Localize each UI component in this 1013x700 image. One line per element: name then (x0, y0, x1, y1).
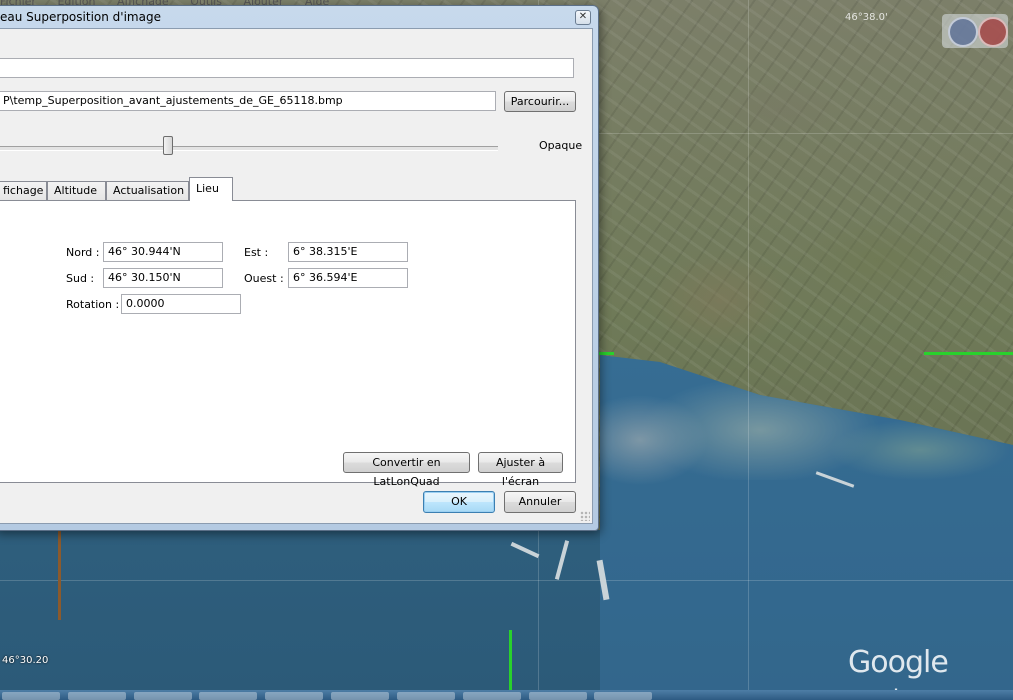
taskbar-item[interactable] (396, 692, 455, 700)
taskbar-item[interactable] (2, 692, 60, 700)
name-field[interactable] (0, 58, 574, 78)
move-joystick-icon[interactable] (978, 17, 1008, 47)
lieu-tab-panel: Nord : 46° 30.944'N Est : 6° 38.315'E Su… (0, 200, 576, 488)
navigation-controls[interactable] (942, 14, 1008, 48)
look-joystick-icon[interactable] (948, 17, 978, 47)
tab-lieu[interactable]: Lieu (189, 177, 233, 201)
overlay-boundary-marker[interactable] (924, 352, 1013, 355)
cancel-button[interactable]: Annuler (504, 491, 576, 513)
image-link-field[interactable]: P\temp_Superposition_avant_ajustements_d… (0, 91, 496, 111)
taskbar (0, 690, 1013, 700)
slider-opaque-label: Opaque (539, 139, 583, 152)
taskbar-item[interactable] (528, 692, 587, 700)
taskbar-item[interactable] (265, 692, 324, 700)
taskbar-item[interactable] (331, 692, 390, 700)
rotation-field[interactable]: 0.0000 (121, 294, 241, 314)
south-label: Sud : (66, 272, 95, 285)
taskbar-item[interactable] (67, 692, 126, 700)
convert-latlonquad-button[interactable]: Convertir en LatLonQuad (343, 452, 470, 488)
west-field[interactable]: 6° 36.594'E (288, 268, 408, 288)
logo-google-text: Google (848, 645, 949, 680)
transparency-slider-track[interactable] (0, 146, 498, 151)
overlay-boundary-marker[interactable] (598, 352, 614, 355)
south-field[interactable]: 46° 30.150'N (103, 268, 223, 288)
resize-grip-icon[interactable] (580, 511, 590, 521)
dialog-body: P\temp_Superposition_avant_ajustements_d… (0, 28, 593, 524)
east-label: Est : (244, 246, 269, 259)
transparency-slider-thumb[interactable] (163, 136, 173, 155)
rotation-label: Rotation : (66, 298, 120, 311)
tab-affichage[interactable]: fichage (0, 181, 47, 200)
fit-to-screen-button[interactable]: Ajuster à l'écran (478, 452, 563, 488)
north-label: Nord : (66, 246, 100, 259)
taskbar-item[interactable] (594, 692, 653, 700)
ok-button[interactable]: OK (423, 491, 495, 513)
taskbar-item[interactable] (133, 692, 192, 700)
latitude-grid-label: 46°30.20 (2, 655, 49, 666)
north-field[interactable]: 46° 30.944'N (103, 242, 223, 262)
map-grid-line (0, 580, 1013, 581)
map-coordinate-label: 46°38.0' (845, 12, 888, 23)
image-overlay-dialog: eau Superposition d'image ✕ P\temp_Super… (0, 5, 599, 531)
browse-button[interactable]: Parcourir... (504, 91, 576, 112)
tab-altitude[interactable]: Altitude (47, 181, 106, 200)
east-field[interactable]: 6° 38.315'E (288, 242, 408, 262)
overlay-boundary-marker[interactable] (509, 630, 512, 690)
close-icon[interactable]: ✕ (575, 10, 591, 25)
taskbar-item[interactable] (462, 692, 521, 700)
west-label: Ouest : (244, 272, 284, 285)
map-track-line (58, 530, 61, 620)
tab-actualisation[interactable]: Actualisation (106, 181, 189, 200)
dialog-title: eau Superposition d'image (0, 10, 161, 24)
dialog-titlebar[interactable]: eau Superposition d'image ✕ (0, 6, 598, 28)
taskbar-item[interactable] (199, 692, 258, 700)
map-grid-line (748, 0, 749, 700)
